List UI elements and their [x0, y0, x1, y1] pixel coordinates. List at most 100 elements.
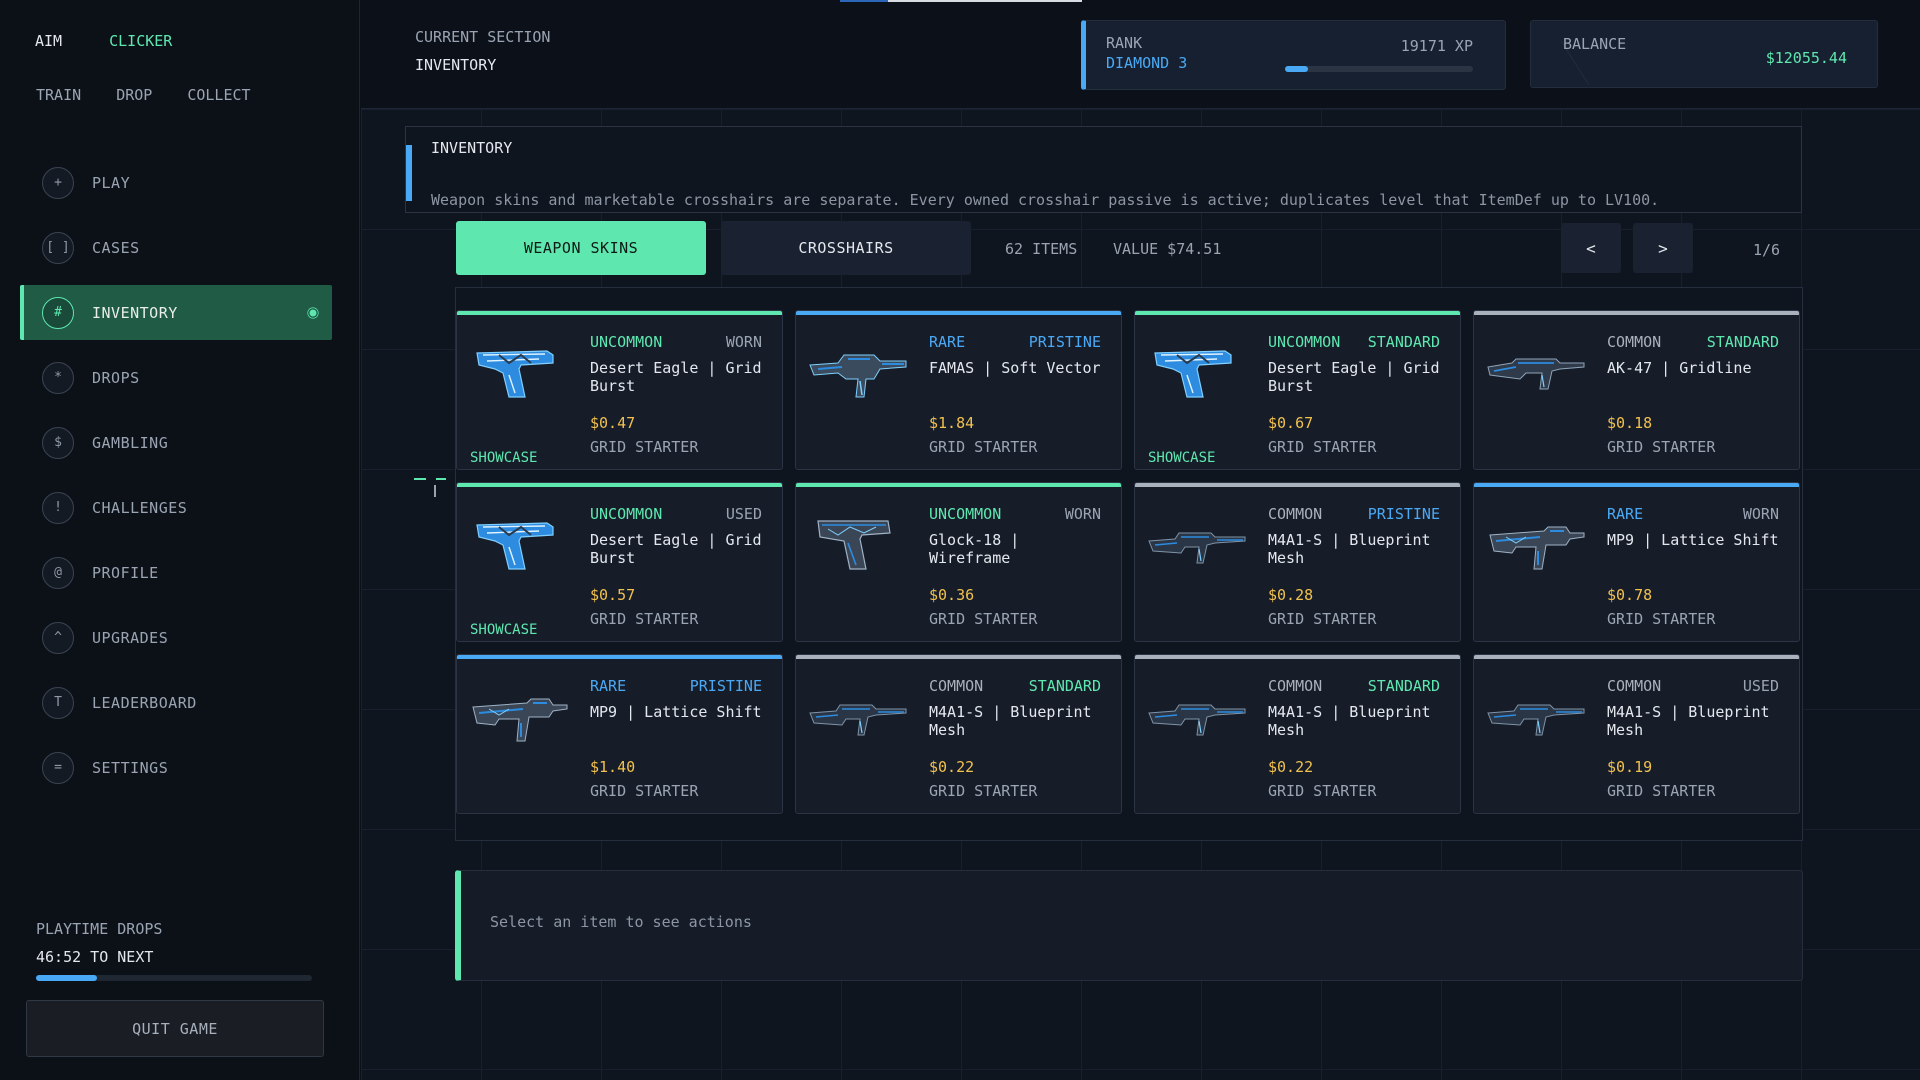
rarity-bar: [1135, 311, 1460, 315]
showcase-badge: SHOWCASE: [470, 622, 538, 638]
exclamation-icon: !: [42, 491, 74, 524]
weapon-image: [808, 511, 908, 573]
quit-game-button[interactable]: QUIT GAME: [26, 1000, 324, 1057]
item-price: $0.22: [929, 758, 975, 776]
playtime-label: PLAYTIME DROPS: [36, 920, 163, 938]
item-price: $0.78: [1607, 586, 1653, 604]
sidebar-item-label: INVENTORY: [92, 303, 178, 322]
item-wear: STANDARD: [1367, 677, 1440, 695]
sidebar-item-profile[interactable]: @ PROFILE: [20, 545, 332, 600]
item-card[interactable]: COMMON PRISTINE M4A1-S | Blueprint Mesh $0.…: [1134, 482, 1461, 642]
sidebar-item-upgrades[interactable]: ^ UPGRADES: [20, 610, 332, 665]
item-wear: PRISTINE: [1367, 505, 1440, 523]
sidebar-item-label: CHALLENGES: [92, 498, 188, 517]
sidebar-item-challenges[interactable]: ! CHALLENGES: [20, 480, 332, 535]
weapon-image: [1147, 339, 1247, 401]
nav-train[interactable]: TRAIN: [36, 86, 81, 104]
item-wear: PRISTINE: [1028, 333, 1101, 351]
nav-collect[interactable]: COLLECT: [187, 86, 250, 104]
brand-part-2: CLICKER: [109, 32, 173, 50]
item-name: AK-47 | Gridline: [1607, 359, 1752, 377]
item-wear: WORN: [725, 333, 762, 351]
select-hint: Select an item to see actions: [490, 913, 752, 931]
sidebar-item-inventory[interactable]: # INVENTORY: [20, 285, 332, 340]
item-card[interactable]: RARE PRISTINE FAMAS | Soft Vector $1.84 GRID…: [795, 310, 1122, 470]
inventory-grid: UNCOMMON WORN Desert Eagle | Grid Burst $0.…: [455, 287, 1803, 841]
weapon-image: [1147, 683, 1247, 745]
item-name: Desert Eagle | Grid Burst: [590, 359, 762, 395]
playtime-next: 46:52 TO NEXT: [36, 948, 154, 966]
item-card[interactable]: UNCOMMON STANDARD Desert Eagle | Grid Burs…: [1134, 310, 1461, 470]
hash-icon: #: [42, 296, 74, 329]
item-collection: GRID STARTER: [1607, 782, 1716, 800]
item-price: $1.84: [929, 414, 975, 432]
items-count: 62 ITEMS: [1005, 240, 1078, 258]
weapon-image: [808, 683, 908, 745]
inventory-info-panel: INVENTORY Weapon skins and marketable cr…: [405, 126, 1802, 213]
balance-value: $12055.44: [1765, 49, 1847, 67]
item-collection: GRID STARTER: [1607, 438, 1716, 456]
item-collection: GRID STARTER: [590, 438, 699, 456]
item-price: $1.40: [590, 758, 636, 776]
item-rarity: COMMON: [1607, 333, 1662, 351]
item-name: M4A1-S | Blueprint Mesh: [1268, 703, 1431, 739]
rank-card: RANK DIAMOND 3 19171 XP: [1081, 20, 1506, 90]
tab-weapon-skins[interactable]: WEAPON SKINS: [456, 221, 706, 275]
item-collection: GRID STARTER: [929, 438, 1038, 456]
item-name: M4A1-S | Blueprint Mesh: [1607, 703, 1770, 739]
rank-label: RANK: [1106, 34, 1143, 52]
item-wear: USED: [1742, 677, 1779, 695]
weapon-image: [1486, 339, 1586, 401]
item-card[interactable]: COMMON USED M4A1-S | Blueprint Mesh $0.19 GR…: [1473, 654, 1800, 814]
current-section-label: CURRENT SECTION: [415, 28, 551, 46]
item-rarity: COMMON: [929, 677, 984, 695]
item-card[interactable]: RARE WORN MP9 | Lattice Shift $0.78 GRID STA…: [1473, 482, 1800, 642]
prev-page-button[interactable]: <: [1561, 223, 1621, 273]
sidebar-item-label: DROPS: [92, 368, 140, 387]
item-name: Glock-18 | Wireframe: [929, 531, 1020, 567]
tab-crosshairs[interactable]: CROSSHAIRS: [721, 221, 971, 275]
sidebar-item-leaderboard[interactable]: T LEADERBOARD: [20, 675, 332, 730]
item-rarity: UNCOMMON: [590, 333, 663, 351]
rarity-bar: [1135, 655, 1460, 659]
brand-logo: AIM CLICKER: [35, 32, 172, 50]
weapon-image: [469, 511, 569, 573]
item-rarity: UNCOMMON: [590, 505, 663, 523]
rarity-bar: [457, 483, 782, 487]
item-price: $0.36: [929, 586, 975, 604]
item-card[interactable]: COMMON STANDARD M4A1-S | Blueprint Mesh $0.…: [1134, 654, 1461, 814]
page-indicator: 1/6: [1753, 241, 1781, 259]
weapon-image: [1147, 511, 1247, 573]
sidebar-item-gambling[interactable]: $ GAMBLING: [20, 415, 332, 470]
crosshair-cursor-icon: [414, 478, 446, 497]
item-card[interactable]: UNCOMMON USED Desert Eagle | Grid Burst $0.…: [456, 482, 783, 642]
playtime-progress-fill: [36, 975, 97, 981]
next-page-button[interactable]: >: [1633, 223, 1693, 273]
rarity-bar: [1474, 655, 1799, 659]
item-collection: GRID STARTER: [590, 610, 699, 628]
item-price: $0.19: [1607, 758, 1653, 776]
nav-drop[interactable]: DROP: [116, 86, 152, 104]
rarity-bar: [796, 655, 1121, 659]
sidebar-item-play[interactable]: + PLAY: [20, 155, 332, 210]
item-card[interactable]: COMMON STANDARD AK-47 | Gridline $0.18 GRID …: [1473, 310, 1800, 470]
item-actions-panel: Select an item to see actions: [455, 870, 1803, 981]
item-rarity: RARE: [1607, 505, 1644, 523]
sidebar-item-drops[interactable]: * DROPS: [20, 350, 332, 405]
item-card[interactable]: UNCOMMON WORN Desert Eagle | Grid Burst $0.…: [456, 310, 783, 470]
item-card[interactable]: COMMON STANDARD M4A1-S | Blueprint Mesh $0.…: [795, 654, 1122, 814]
item-name: MP9 | Lattice Shift: [590, 703, 762, 721]
info-accent-bar: [406, 145, 412, 201]
item-price: $0.22: [1268, 758, 1314, 776]
item-card[interactable]: UNCOMMON WORN Glock-18 | Wireframe $0.36 GRI…: [795, 482, 1122, 642]
sidebar-item-settings[interactable]: = SETTINGS: [20, 740, 332, 795]
item-rarity: COMMON: [1607, 677, 1662, 695]
item-card[interactable]: RARE PRISTINE MP9 | Lattice Shift $1.40 GRID…: [456, 654, 783, 814]
rarity-bar: [796, 483, 1121, 487]
rarity-bar: [1474, 311, 1799, 315]
current-section-value: INVENTORY: [415, 56, 497, 74]
item-wear: WORN: [1742, 505, 1779, 523]
items-value: VALUE $74.51: [1113, 240, 1222, 258]
sidebar-item-cases[interactable]: [ ] CASES: [20, 220, 332, 275]
rank-value: DIAMOND 3: [1106, 54, 1188, 72]
